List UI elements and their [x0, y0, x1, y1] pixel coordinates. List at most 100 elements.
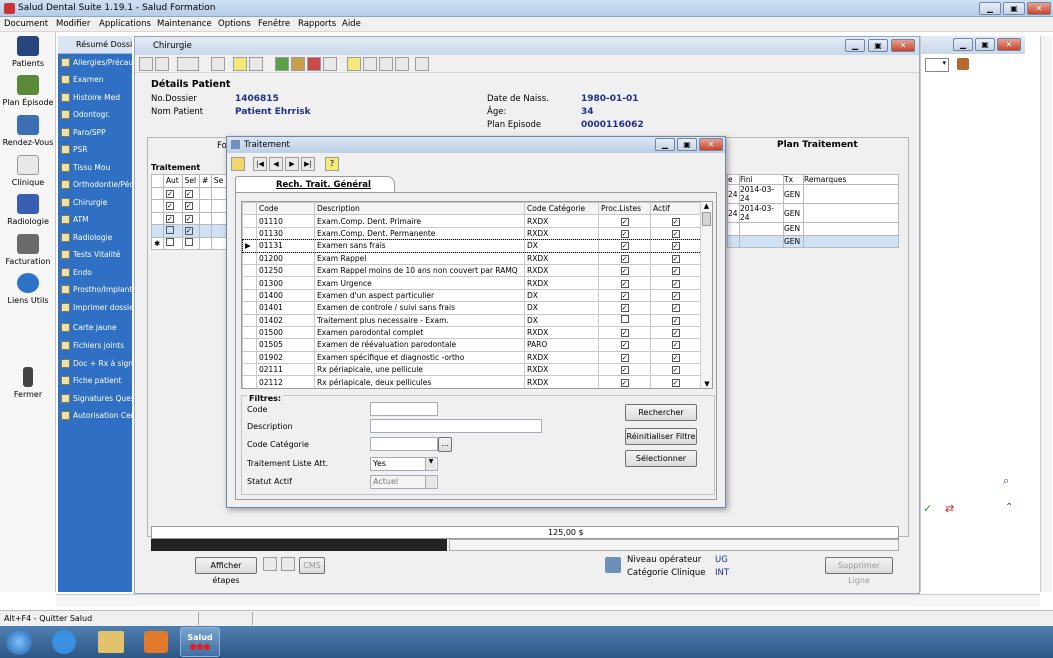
actif-checkbox[interactable]: ✓ — [671, 254, 680, 263]
chart-icon[interactable] — [323, 57, 337, 71]
proc-listes-checkbox[interactable]: ✓ — [620, 229, 629, 238]
side-item-odontogr[interactable]: Odontogr. — [58, 107, 132, 124]
last-record-icon[interactable]: ▶| — [301, 157, 315, 171]
menu-fenetre[interactable]: Fenêtre — [258, 19, 290, 29]
right-tool-icon[interactable] — [957, 58, 969, 70]
scroll-up-icon[interactable]: ▲ — [701, 202, 712, 210]
plan-row[interactable]: GEN — [727, 222, 899, 236]
next-record-icon[interactable]: ▶ — [285, 157, 299, 171]
code-input[interactable] — [370, 402, 438, 416]
tab-plan-traitement[interactable]: Plan Traitement — [777, 140, 858, 150]
actif-checkbox[interactable]: ✓ — [671, 316, 680, 325]
actif-checkbox[interactable]: ✓ — [671, 304, 680, 313]
grid-row[interactable]: 01402 Traitement plus necessaire - Exam. D… — [242, 313, 701, 327]
proc-listes-checkbox[interactable]: ✓ — [620, 242, 629, 251]
minimize-button[interactable]: ▁ — [979, 2, 1001, 15]
col-description[interactable]: Description — [314, 202, 525, 216]
open-folder-icon[interactable] — [231, 157, 245, 171]
nav-fermer[interactable]: Fermer — [0, 367, 56, 399]
blank-doc-icon[interactable] — [363, 57, 377, 71]
menu-maintenance[interactable]: Maintenance — [157, 19, 212, 29]
grid-row[interactable]: ▶ 01131 Examen sans frais DX ✓ ✓ — [242, 238, 702, 254]
liste-att-select[interactable]: Yes ▼ — [370, 457, 438, 471]
col-actif[interactable]: Actif — [650, 202, 701, 216]
copy-icon[interactable] — [379, 57, 393, 71]
print-icon[interactable] — [177, 57, 199, 71]
sel-checkbox[interactable] — [184, 238, 193, 247]
nav-clinique[interactable]: Clinique — [0, 155, 56, 187]
undo-icon[interactable] — [211, 57, 225, 71]
grid-row[interactable]: 01401 Examen de controle / suivi sans fra… — [242, 301, 701, 315]
help-icon[interactable] — [347, 57, 361, 71]
side-item-fiche-patient[interactable]: Fiche patient — [58, 373, 132, 390]
save-icon[interactable] — [155, 57, 169, 71]
afficher-etapes-button[interactable]: Afficher étapes — [195, 557, 257, 585]
grid-row[interactable]: 01505 Examen de réévaluation parodontale P… — [242, 338, 701, 352]
actif-checkbox[interactable]: ✓ — [671, 242, 680, 251]
main-v-scrollbar[interactable] — [1040, 36, 1052, 592]
description-input[interactable] — [370, 419, 542, 433]
menu-aide[interactable]: Aide — [342, 19, 361, 29]
selectionner-button[interactable]: Sélectionner — [625, 450, 697, 467]
code-categorie-input[interactable] — [370, 437, 438, 451]
proc-listes-checkbox[interactable] — [620, 315, 629, 324]
side-item-radiologie[interactable]: Radiologie — [58, 230, 132, 247]
nav-liens-utils[interactable]: Liens Utils — [0, 273, 56, 305]
statut-actif-select[interactable]: Actuel — [370, 475, 438, 489]
help-icon[interactable]: ? — [325, 157, 339, 171]
tab-rech-trait-general[interactable]: Rech. Trait. Général — [235, 176, 395, 192]
menu-rapports[interactable]: Rapports — [298, 19, 336, 29]
add-icon[interactable] — [249, 57, 263, 71]
proc-listes-checkbox[interactable]: ✓ — [620, 341, 629, 350]
actif-checkbox[interactable]: ✓ — [671, 217, 680, 226]
grid-row[interactable]: 01300 Exam Urgence RXDX ✓ ✓ — [242, 276, 701, 290]
scroll-down-icon[interactable]: ▼ — [701, 380, 712, 388]
grid-row[interactable]: 01400 Examen d'un aspect particulier DX ✓ ✓ — [242, 288, 701, 303]
side-item-histoire-med[interactable]: Histoire Med — [58, 90, 132, 107]
actif-checkbox[interactable]: ✓ — [671, 229, 680, 238]
check-icon[interactable]: ✓ — [923, 502, 932, 515]
side-item-chirurgie[interactable]: Chirurgie — [58, 195, 132, 212]
code-categorie-browse-button[interactable]: … — [438, 437, 452, 452]
aut-checkbox[interactable] — [165, 238, 174, 247]
grid-row[interactable]: 02111 Rx périapicale, une pellicule RXDX ✓ ✓ — [242, 363, 701, 377]
plan-row[interactable]: GEN — [727, 234, 899, 248]
dialog-close-button[interactable]: ✕ — [699, 138, 723, 151]
search-icon[interactable]: ⌕ — [1003, 474, 1009, 488]
nav-plan-episode[interactable]: Plan Épisode — [0, 75, 56, 107]
proc-listes-checkbox[interactable]: ✓ — [620, 254, 629, 263]
reinitialiser-filtre-button[interactable]: Réinitialiser Filtre — [625, 428, 697, 445]
aut-checkbox[interactable]: ✓ — [165, 202, 174, 211]
start-icon[interactable] — [6, 629, 32, 655]
actif-checkbox[interactable]: ✓ — [671, 279, 680, 288]
explorer-icon[interactable] — [98, 631, 124, 653]
actif-checkbox[interactable]: ✓ — [671, 329, 680, 338]
media-player-icon[interactable] — [144, 631, 168, 653]
grid-row[interactable]: 01200 Exam Rappel RXDX ✓ ✓ — [242, 251, 701, 265]
h-scrollbar-left[interactable] — [151, 539, 447, 551]
side-item-orthodontie[interactable]: Orthodontie/Péd — [58, 177, 132, 194]
side-item-carte-jaune[interactable]: Carte jaune — [58, 320, 132, 337]
proc-listes-checkbox[interactable]: ✓ — [620, 291, 629, 300]
col-code-categorie[interactable]: Code Catégorie — [524, 202, 599, 216]
aut-checkbox[interactable] — [165, 225, 174, 234]
right-restore-button[interactable]: ▣ — [975, 38, 995, 51]
note-icon[interactable] — [233, 57, 247, 71]
sel-checkbox[interactable]: ✓ — [184, 189, 193, 198]
sel-checkbox[interactable]: ✓ — [184, 202, 193, 211]
refresh-icon[interactable]: ⇄ — [945, 502, 954, 515]
ie-icon[interactable] — [52, 630, 76, 654]
side-item-imprimer[interactable]: Imprimer dossier — [58, 300, 132, 317]
right-close-button[interactable]: ✕ — [997, 38, 1021, 51]
plan-row[interactable]: 24 2014-03-24 GEN — [727, 203, 899, 223]
grid-row[interactable]: 01902 Examen spécifique et diagnostic -or… — [242, 350, 701, 365]
actif-checkbox[interactable]: ✓ — [671, 366, 680, 375]
h-scrollbar-right[interactable] — [449, 539, 899, 551]
right-dropdown[interactable]: ▾ — [925, 58, 949, 72]
grid-row[interactable]: 01130 Exam.Comp. Dent. Permanente RXDX ✓ ✓ — [242, 226, 701, 241]
proc-listes-checkbox[interactable]: ✓ — [620, 366, 629, 375]
paste-icon[interactable] — [395, 57, 409, 71]
side-item-tissu-mou[interactable]: Tissu Mou — [58, 160, 132, 177]
grid-v-scrollbar[interactable]: ▲ ▼ — [700, 202, 712, 388]
report-icon[interactable] — [307, 57, 321, 71]
